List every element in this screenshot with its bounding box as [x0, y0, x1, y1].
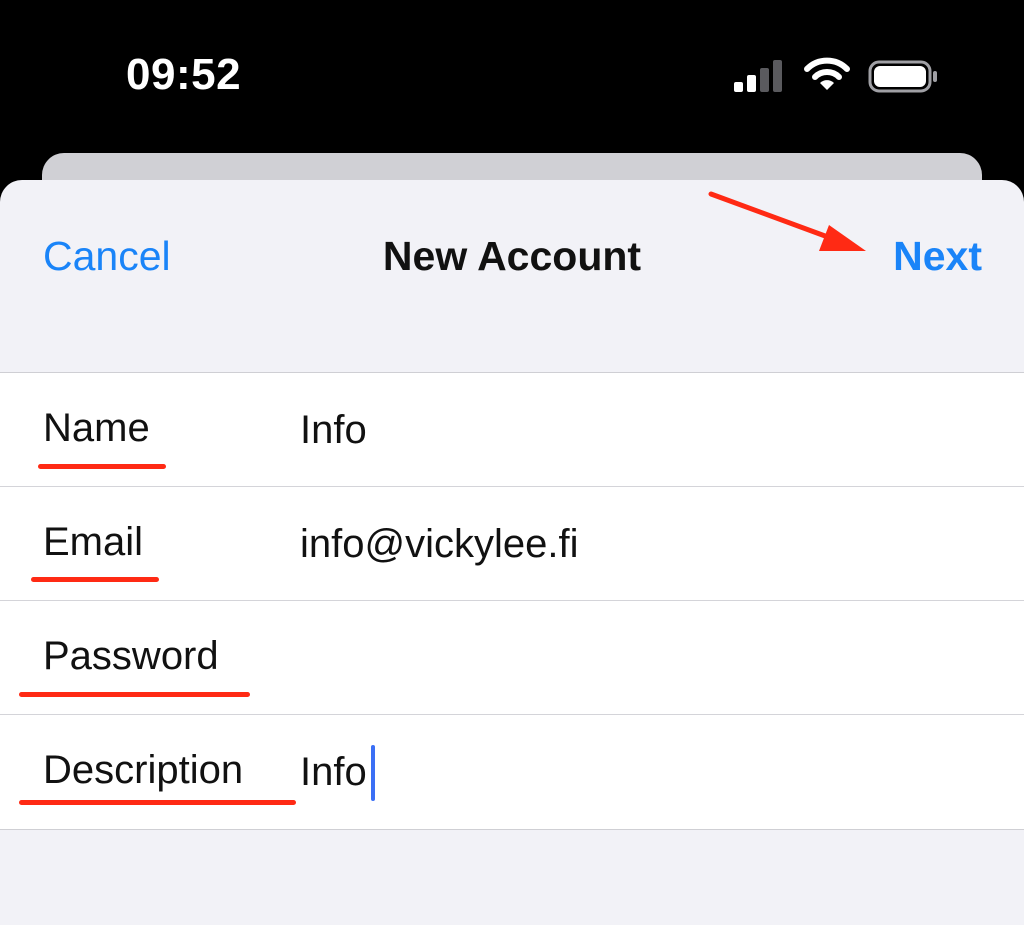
- annotation-underline: [38, 464, 166, 469]
- status-time: 09:52: [126, 50, 242, 99]
- email-label: Email: [43, 520, 144, 564]
- status-bar: 09:52: [0, 0, 1024, 155]
- description-row[interactable]: Description Info: [0, 715, 1024, 829]
- battery-icon: [868, 60, 937, 93]
- email-row[interactable]: Email info@vickylee.fi: [0, 487, 1024, 601]
- annotation-underline: [19, 800, 296, 805]
- cellular-signal-icon: [734, 60, 782, 92]
- password-row[interactable]: Password: [0, 601, 1024, 715]
- description-label: Description: [43, 748, 244, 792]
- annotation-arrow-icon: [708, 191, 866, 251]
- password-label: Password: [43, 634, 219, 678]
- email-field[interactable]: info@vickylee.fi: [300, 522, 578, 567]
- wifi-icon: [804, 57, 850, 90]
- description-field[interactable]: Info: [300, 750, 367, 795]
- text-cursor: [371, 745, 375, 801]
- annotation-underline: [19, 692, 250, 697]
- name-field[interactable]: Info: [300, 408, 367, 453]
- account-form: Name Info Email info@vickylee.fi Passwor…: [0, 372, 1024, 830]
- annotation-underline: [31, 577, 159, 582]
- name-row[interactable]: Name Info: [0, 373, 1024, 487]
- name-label: Name: [43, 406, 150, 450]
- new-account-sheet: Cancel New Account Next Name Info Email …: [0, 180, 1024, 925]
